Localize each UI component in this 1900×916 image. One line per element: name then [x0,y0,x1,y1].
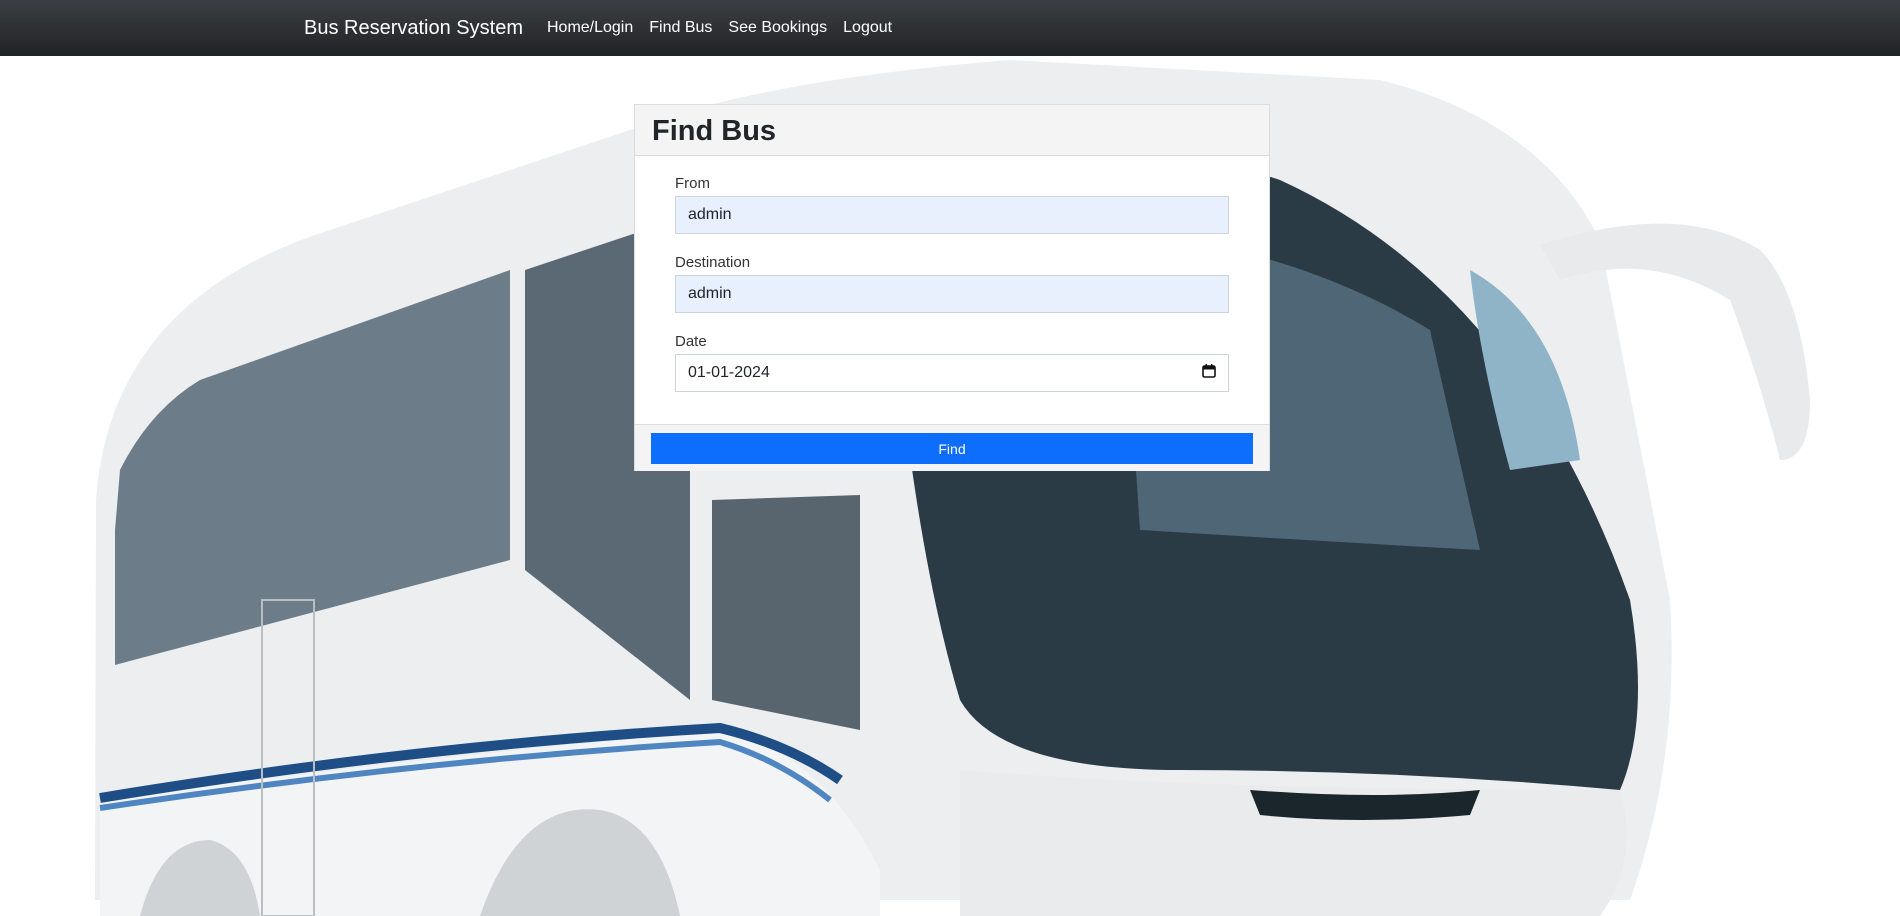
page-title: Find Bus [652,115,777,147]
find-button[interactable]: Find [651,433,1253,464]
nav-find-bus[interactable]: Find Bus [649,19,712,37]
from-value: admin [688,206,732,223]
nav-links: Home/Login Find Bus See Bookings Logout [547,19,892,37]
brand-title[interactable]: Bus Reservation System [304,17,523,40]
find-bus-card: Find Bus From admin Destination admin Da… [634,104,1270,471]
card-body: From admin Destination admin Date 01-01-… [635,156,1269,424]
top-navbar: Bus Reservation System Home/Login Find B… [0,0,1900,56]
nav-home-login[interactable]: Home/Login [547,19,633,37]
from-label: From [675,175,710,192]
from-input[interactable]: admin [675,196,1229,234]
nav-see-bookings[interactable]: See Bookings [728,19,827,37]
date-value: 01-01-2024 [688,364,770,381]
destination-input[interactable]: admin [675,275,1229,313]
calendar-icon[interactable] [1202,363,1216,383]
date-input[interactable]: 01-01-2024 [675,354,1229,392]
destination-value: admin [688,285,732,302]
date-label: Date [675,333,707,350]
nav-logout[interactable]: Logout [843,19,892,37]
card-footer: Find [635,424,1269,471]
card-header: Find Bus [635,105,1269,156]
destination-label: Destination [675,254,751,271]
